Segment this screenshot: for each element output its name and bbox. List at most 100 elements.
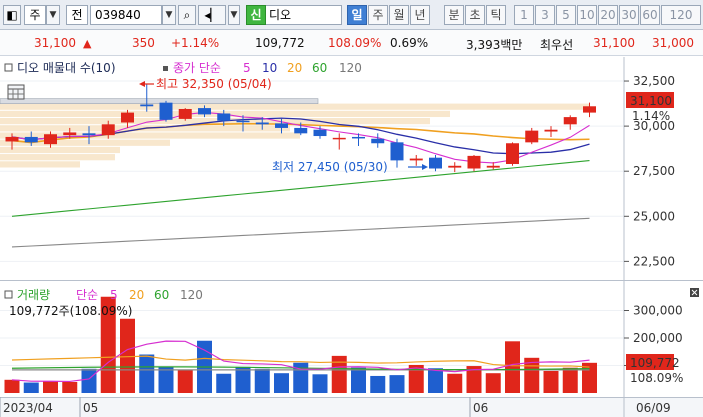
price-panel-title: 디오 매물대 수(10) bbox=[17, 61, 116, 75]
toolbar: ◧ 주 ▼ 전 039840 ▼ ⌕ ◂▏ ▼ 신 디오 일 주 월 년 분 초… bbox=[0, 0, 703, 30]
candle-body bbox=[294, 127, 308, 134]
volume-bar bbox=[331, 355, 347, 393]
volume-bar bbox=[370, 375, 386, 393]
window-menu-icon[interactable]: ◧ bbox=[3, 5, 21, 25]
ma-legend-marker-icon bbox=[163, 66, 168, 71]
candle-body bbox=[371, 138, 385, 144]
vol-ma120-label: 120 bbox=[180, 288, 203, 302]
interval-30[interactable]: 30 bbox=[619, 5, 639, 25]
volume-bar bbox=[62, 382, 78, 393]
current-price: 31,100 bbox=[34, 36, 76, 50]
volume-bar bbox=[505, 341, 520, 393]
candle-body bbox=[24, 136, 38, 143]
period-tab-minute[interactable]: 분 bbox=[444, 5, 464, 25]
vol-ma60-label: 60 bbox=[154, 288, 169, 302]
volume-bar bbox=[254, 368, 270, 393]
volume-bar bbox=[120, 318, 135, 393]
ma10-label: 10 bbox=[262, 61, 277, 75]
market-dropdown-icon[interactable]: ▼ bbox=[46, 5, 60, 25]
current-price-tag: 31,100 bbox=[630, 94, 672, 108]
volume-profile-band bbox=[0, 154, 115, 161]
volume-bar bbox=[158, 366, 174, 393]
turnover-ratio: 0.69% bbox=[390, 36, 429, 50]
candle-body bbox=[506, 143, 519, 164]
high-annotation-text: 최고 32,350 (05/04) bbox=[156, 77, 272, 91]
volume-bar bbox=[177, 369, 193, 393]
candle-body bbox=[63, 132, 77, 136]
price-tick-label: 27,500 bbox=[633, 164, 675, 178]
period-tab-week[interactable]: 주 bbox=[368, 5, 388, 25]
volume-bar bbox=[81, 368, 97, 393]
interval-20[interactable]: 20 bbox=[598, 5, 618, 25]
volume-bar bbox=[312, 374, 328, 393]
search-icon[interactable]: ⌕ bbox=[178, 5, 196, 25]
speaker-icon[interactable]: ◂▏ bbox=[198, 5, 226, 25]
interval-3[interactable]: 3 bbox=[535, 5, 555, 25]
period-tab-year[interactable]: 년 bbox=[410, 5, 430, 25]
price-change: 350 bbox=[132, 36, 155, 50]
volume-bar bbox=[485, 373, 501, 393]
volume-tick-label: 200,000 bbox=[633, 331, 683, 345]
candle-body bbox=[486, 165, 500, 168]
change-percent: +1.14% bbox=[171, 36, 220, 50]
candle-body bbox=[255, 122, 269, 125]
volume-profile-band bbox=[0, 118, 430, 125]
price-tick-label: 25,000 bbox=[633, 209, 675, 223]
stock-code-input[interactable]: 039840 bbox=[90, 5, 162, 25]
candle-body bbox=[448, 165, 462, 168]
price-tick-label: 32,500 bbox=[633, 74, 675, 88]
period-tab-month[interactable]: 월 bbox=[389, 5, 409, 25]
best-sell-price: 31,100 bbox=[593, 36, 635, 50]
period-tab-tick[interactable]: 틱 bbox=[486, 5, 506, 25]
current-volume-pct-tag: 108.09% bbox=[630, 371, 683, 385]
stock-name-field[interactable]: 디오 bbox=[266, 5, 342, 25]
ma5-label: 5 bbox=[243, 61, 251, 75]
volume-bar bbox=[139, 354, 155, 393]
interval-1[interactable]: 1 bbox=[514, 5, 534, 25]
volume-ratio: 108.09% bbox=[328, 36, 382, 50]
volume-profile-band bbox=[0, 146, 120, 154]
panel-toggle-icon[interactable] bbox=[4, 63, 13, 72]
period-tab-second[interactable]: 초 bbox=[465, 5, 485, 25]
interval-10[interactable]: 10 bbox=[577, 5, 597, 25]
current-pct-tag: 1.14% bbox=[632, 109, 670, 123]
volume-bar bbox=[562, 367, 578, 393]
candle-body bbox=[544, 129, 558, 132]
speaker-dropdown-icon[interactable]: ▼ bbox=[228, 5, 240, 25]
candle-body bbox=[563, 117, 577, 125]
date-label-current: 06/09 bbox=[636, 401, 671, 415]
volume-profile-peak bbox=[0, 98, 319, 104]
period-tab-day[interactable]: 일 bbox=[347, 5, 367, 25]
price-chart[interactable]: 32,50030,00027,50025,00022,500 디오 매물대 수(… bbox=[0, 57, 703, 280]
interval-60[interactable]: 60 bbox=[640, 5, 660, 25]
date-label-start: 2023/04 bbox=[3, 401, 53, 415]
candle-body bbox=[159, 102, 173, 120]
calculator-icon[interactable] bbox=[7, 84, 25, 100]
volume-bar bbox=[351, 367, 366, 393]
candle-body bbox=[467, 155, 481, 169]
volume-bar bbox=[235, 366, 251, 393]
volume-bar bbox=[389, 375, 405, 393]
interval-120[interactable]: 120 bbox=[661, 5, 701, 25]
vol-ma20-label: 20 bbox=[129, 288, 144, 302]
volume-panel-title: 거래량 bbox=[17, 288, 50, 302]
vol-ma5-label: 5 bbox=[110, 288, 118, 302]
candle-body bbox=[82, 133, 96, 136]
jeon-selector[interactable]: 전 bbox=[66, 5, 88, 25]
date-label-may: 05 bbox=[83, 401, 98, 415]
trade-amount: 3,393백만 bbox=[466, 38, 523, 52]
candle-body bbox=[140, 104, 154, 107]
volume-panel-toggle-icon[interactable] bbox=[4, 290, 13, 299]
market-selector[interactable]: 주 bbox=[24, 5, 46, 25]
interval-5[interactable]: 5 bbox=[556, 5, 576, 25]
candle-body bbox=[352, 136, 365, 139]
candle-body bbox=[217, 113, 231, 121]
volume-info-text: 109,772주(108.09%) bbox=[9, 304, 132, 318]
volume-chart[interactable]: 300,000 200,000 거래량 단순 5 20 60 120 109,77… bbox=[0, 280, 703, 397]
up-arrow-icon: ▲ bbox=[83, 37, 92, 50]
volume-value: 109,772 bbox=[255, 36, 305, 50]
code-dropdown-icon[interactable]: ▼ bbox=[162, 5, 176, 25]
ma120-label: 120 bbox=[339, 61, 362, 75]
maximize-icon[interactable] bbox=[690, 288, 699, 297]
candle-body bbox=[409, 158, 423, 161]
